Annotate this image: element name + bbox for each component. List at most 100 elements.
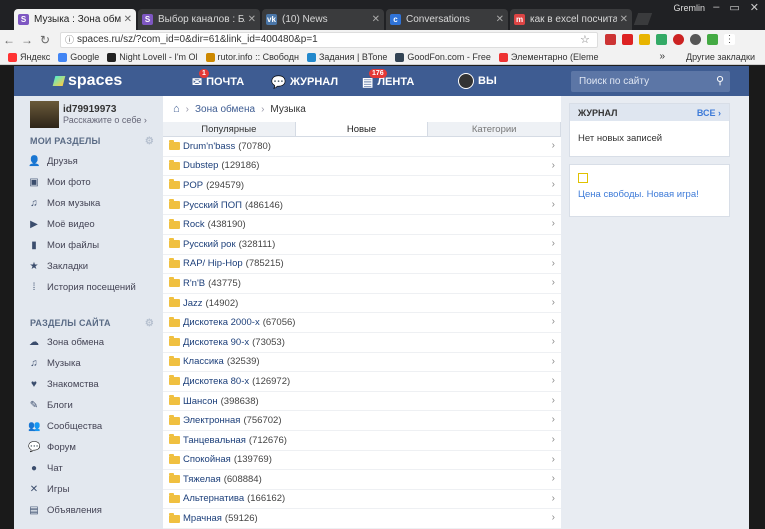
folder-row[interactable]: Jazz (14902) › [163,294,561,314]
profile-avatar[interactable] [30,100,59,128]
sidebar-item[interactable]: ▣ Мои фото [28,172,90,192]
tab-new[interactable]: Новые [295,122,429,136]
nav-feed[interactable]: ▤ 176 ЛЕНТА [362,69,414,89]
reload-icon[interactable]: ↻ [36,33,54,47]
folder-row[interactable]: Спокойная (139769) › [163,451,561,471]
site-search-input[interactable]: Поиск по сайту ⚲ [571,71,730,92]
new-tab-button[interactable] [633,13,653,25]
tab-title: Conversations [406,14,470,25]
close-tab-icon[interactable]: ✕ [124,14,132,25]
maximize-icon[interactable]: ▭ [729,1,739,14]
breadcrumb-link[interactable]: Зона обмена [195,104,255,115]
sidebar-item[interactable]: ♫ Музыка [28,353,80,373]
folder-row[interactable]: Dubstep (129186) › [163,157,561,177]
bookmark-item[interactable]: Задания | BTone [306,52,388,62]
sidebar-item[interactable]: ♥ Знакомства [28,374,99,394]
extension-icon[interactable] [639,34,650,45]
sidebar-item[interactable]: ▶ Моё видео [28,214,95,234]
sidebar-item[interactable]: ★ Закладки [28,256,89,276]
sidebar-item[interactable]: ⁞ История посещений [28,277,136,297]
search-icon[interactable]: ⚲ [716,71,724,92]
back-icon[interactable]: ← [0,33,18,47]
close-tab-icon[interactable]: ✕ [372,14,380,25]
folder-row[interactable]: RAP/ Hip-Hop (785215) › [163,255,561,275]
sidebar-item[interactable]: ✕ Игры [28,479,70,499]
browser-tab[interactable]: c Conversations ✕ [386,9,508,30]
ad-link[interactable]: Цена свободы. Новая игра! [578,189,721,200]
info-icon[interactable]: ⓘ [65,33,74,47]
sidebar-item[interactable]: ▮ Мои файлы [28,235,99,255]
extension-icon[interactable] [690,34,701,45]
gear-icon[interactable]: ⚙ [145,318,154,329]
journal-all-link[interactable]: ВСЕ › [697,108,721,118]
folder-row[interactable]: Классика (32539) › [163,353,561,373]
sidebar-item[interactable]: ♫ Моя музыка [28,193,100,213]
bookmark-label: Задания | BTone [318,52,388,62]
bookmark-item[interactable]: GoodFon.com - Free [395,52,491,62]
nav-journal[interactable]: 💬 ЖУРНАЛ [271,75,338,89]
bookmark-item[interactable]: Яндекс [8,52,50,62]
chevron-right-icon: › [551,218,555,230]
other-bookmarks[interactable]: Другие закладки [686,52,755,62]
folder-row[interactable]: Drum'n'bass (70780) › [163,137,561,157]
folder-row[interactable]: Танцевальная (712676) › [163,431,561,451]
sidebar-item[interactable]: ▤ Объявления [28,500,102,520]
sidebar-item[interactable]: 👤 Друзья [28,151,78,171]
sidebar-item[interactable]: ● Чат [28,458,63,478]
sidebar-item[interactable]: 👥 Сообщества [28,416,102,436]
folder-row[interactable]: Дискотека 80-х (126972) › [163,372,561,392]
bookmark-item[interactable]: Google [58,52,99,62]
my-sections-title: МОИ РАЗДЕЛЫ [30,136,101,146]
browser-tab[interactable]: vk (10) News ✕ [262,9,384,30]
bookmark-item[interactable]: Night Lovell - I'm Ol [107,52,198,62]
folder-row[interactable]: POP (294579) › [163,176,561,196]
forward-icon[interactable]: → [18,33,36,47]
folder-name: Спокойная [183,454,231,466]
sidebar-item[interactable]: ☁ Зона обмена [28,332,104,352]
browser-tab[interactable]: m как в excel посчитать пр✕ [510,9,632,30]
browser-tab[interactable]: S Музыка : Зона обмена✕ [14,9,136,30]
bookmark-item[interactable]: rutor.info :: Свободн [205,52,299,62]
sidebar-item[interactable]: 💬 Форум [28,437,76,457]
tab-popular[interactable]: Популярные [163,122,296,136]
extension-icon[interactable] [673,34,684,45]
folder-row[interactable]: R'n'B (43775) › [163,274,561,294]
profile-username[interactable]: id79919973 [63,104,147,115]
home-icon[interactable]: ⌂ [173,103,180,115]
profile-card[interactable]: id79919973 Расскажите о себе › [14,96,163,132]
extension-icon[interactable] [605,34,616,45]
folder-row[interactable]: Тяжелая (608884) › [163,470,561,490]
tab-categories[interactable]: Категории [428,122,562,136]
folder-row[interactable]: Электронная (756702) › [163,411,561,431]
close-tab-icon[interactable]: ✕ [496,14,504,25]
extension-icon[interactable] [622,34,633,45]
gear-icon[interactable]: ⚙ [145,136,154,147]
folder-row[interactable]: Альтернатива (166162) › [163,490,561,510]
profile-name[interactable]: Gremlin [673,3,705,13]
close-tab-icon[interactable]: ✕ [248,14,256,25]
bookmark-star-icon[interactable]: ☆ [580,33,590,46]
folder-row[interactable]: Rock (438190) › [163,215,561,235]
extension-icon[interactable] [656,34,667,45]
bookmark-item[interactable]: Элементарно (Eleme [498,52,599,62]
browser-tab[interactable]: S Выбор каналов : Блоги✕ [138,9,260,30]
folder-row[interactable]: Русский рок (328111) › [163,235,561,255]
folder-row[interactable]: Шансон (398638) › [163,392,561,412]
nav-you[interactable]: ВЫ [458,73,497,89]
extension-icon[interactable] [707,34,718,45]
url-input[interactable]: ⓘ spaces.ru/sz/?com_id=0&dir=61&link_id=… [60,32,598,48]
menu-icon[interactable]: ⋮ [724,34,735,45]
close-tab-icon[interactable]: ✕ [620,14,628,25]
folder-row[interactable]: Русский ПОП (486146) › [163,196,561,216]
folder-row[interactable]: Мрачная (59126) › [163,509,561,529]
minimize-icon[interactable]: – [713,1,719,14]
sidebar-item[interactable]: ✎ Блоги [28,395,73,415]
close-window-icon[interactable]: ✕ [750,1,759,14]
bookmarks-more-button[interactable]: » [659,51,665,62]
nav-mail[interactable]: ✉ 1 ПОЧТА [192,69,244,89]
folder-row[interactable]: Дискотека 90-х (73053) › [163,333,561,353]
site-logo[interactable]: spaces [52,72,122,90]
site-header: spaces ✉ 1 ПОЧТА 💬 ЖУРНАЛ ▤ 176 ЛЕНТА ВЫ П… [14,66,749,96]
profile-about-link[interactable]: Расскажите о себе › [63,115,147,125]
folder-row[interactable]: Дискотека 2000-х (67056) › [163,313,561,333]
